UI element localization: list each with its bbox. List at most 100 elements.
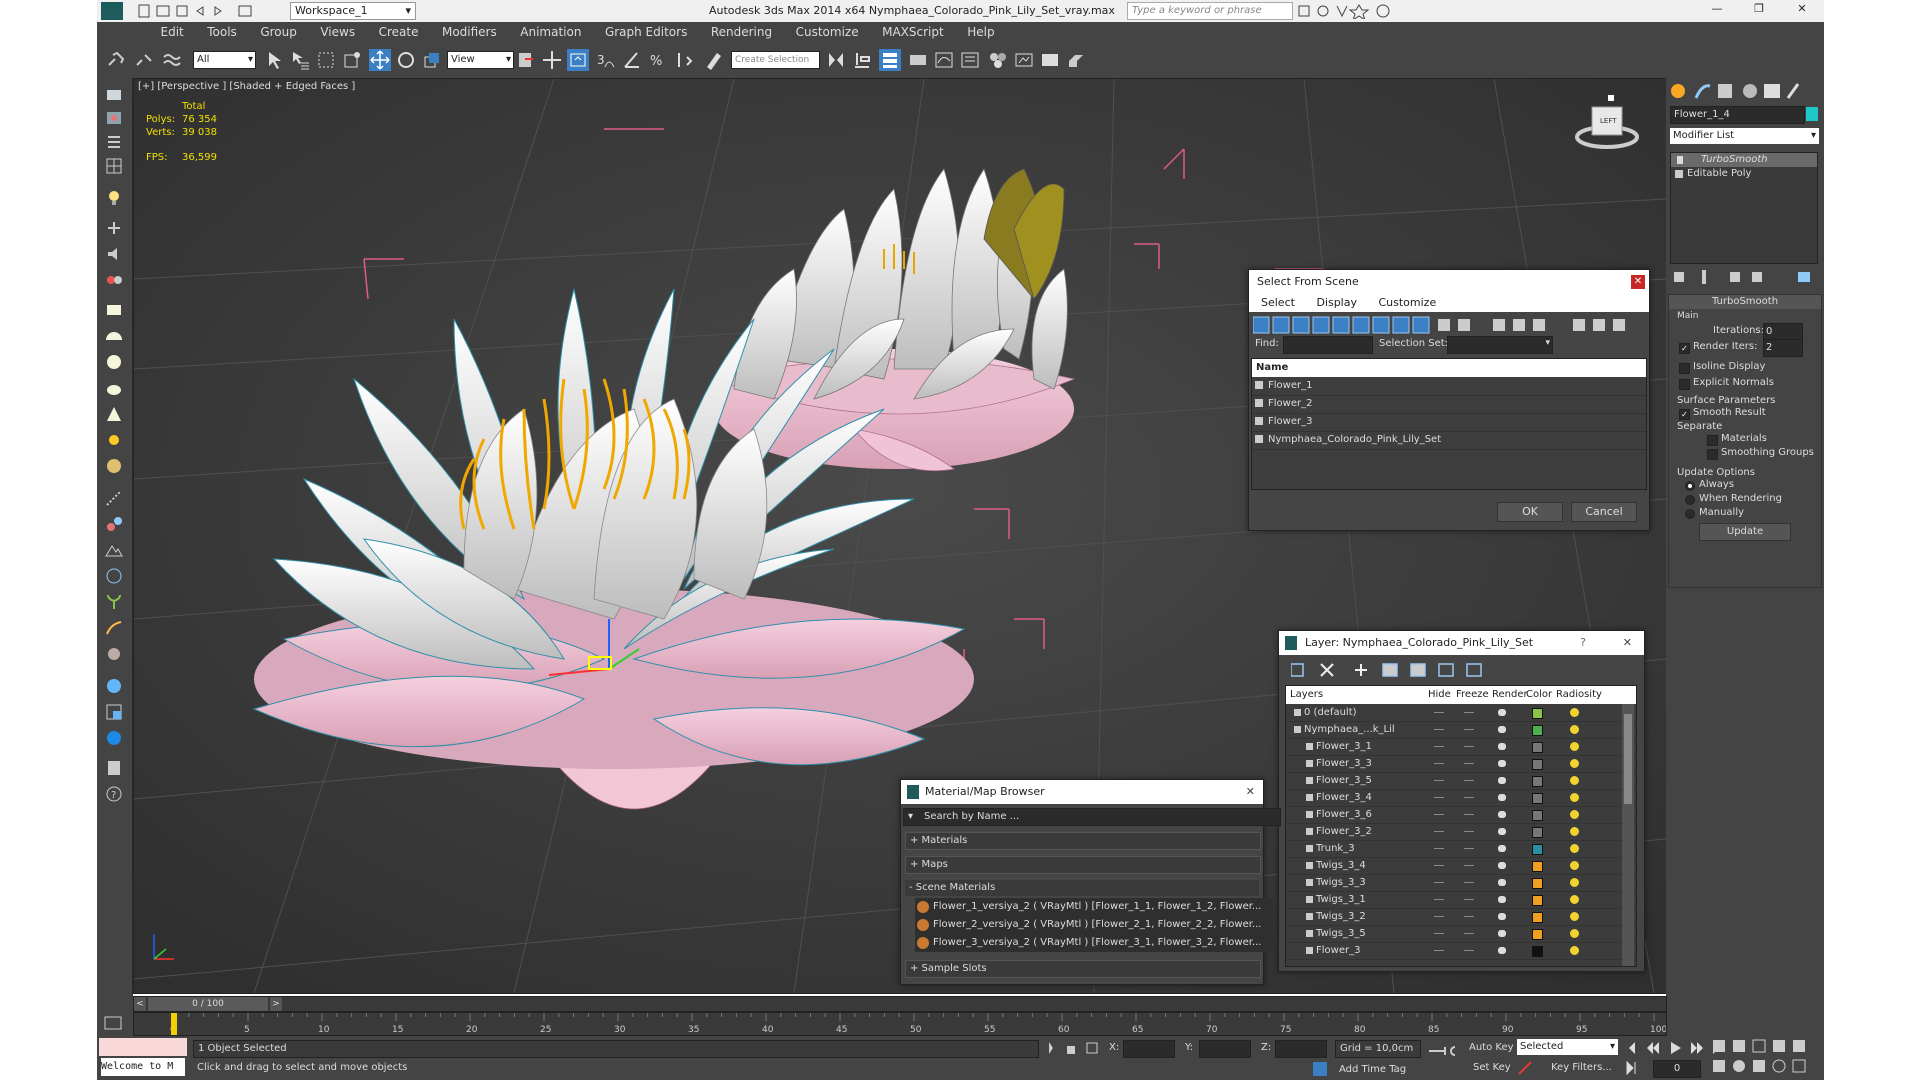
render-icon[interactable]: [104, 108, 124, 128]
layer-hide-toggle[interactable]: [1434, 763, 1444, 764]
graphite-tools-icon[interactable]: [907, 49, 929, 71]
time-slider-thumb[interactable]: 0 / 100: [148, 997, 268, 1011]
sfs-list-item[interactable]: Flower_3: [1252, 413, 1646, 432]
layer-row[interactable]: Flower_3_1: [1286, 738, 1636, 756]
time-slider[interactable]: < 0 / 100 >: [133, 996, 1667, 1012]
link-icon[interactable]: [105, 49, 127, 71]
menu-animation[interactable]: Animation: [510, 22, 591, 39]
menu-help[interactable]: Help: [957, 22, 1004, 39]
modifier-stack-item[interactable]: Editable Poly: [1671, 167, 1817, 181]
x-coord-field[interactable]: [1123, 1040, 1175, 1058]
layer-row[interactable]: Twigs_3_4: [1286, 857, 1636, 875]
layer-manager-icon[interactable]: [879, 49, 901, 71]
snap-3d-icon[interactable]: 3: [595, 49, 617, 71]
update-always-radio[interactable]: [1685, 481, 1695, 491]
layer-color-swatch[interactable]: [1532, 861, 1543, 872]
layer-hide-toggle[interactable]: [1434, 814, 1444, 815]
navigation-icons[interactable]: [1711, 1038, 1817, 1081]
layer-freeze-toggle[interactable]: [1464, 882, 1474, 883]
auto-key-button[interactable]: Auto Key: [1469, 1042, 1514, 1053]
layer-close-icon[interactable]: ✕: [1623, 631, 1632, 655]
scene-material-item[interactable]: Flower_1_versiya_2 ( VRayMtl ) [Flower_1…: [915, 898, 1273, 916]
helper-icon[interactable]: [104, 218, 124, 238]
modifier-stack-item[interactable]: TurboSmooth: [1671, 153, 1817, 167]
water-sphere-icon[interactable]: [104, 676, 124, 696]
current-frame-field[interactable]: 0: [1653, 1060, 1701, 1078]
menu-views[interactable]: Views: [310, 22, 365, 39]
radiosity-sun-icon[interactable]: [1570, 759, 1579, 768]
layer-freeze-toggle[interactable]: [1464, 831, 1474, 832]
radiosity-sun-icon[interactable]: [1570, 861, 1579, 870]
sample-slots-section[interactable]: + Sample Slots: [905, 960, 1261, 978]
teapot-icon[interactable]: [1498, 947, 1506, 954]
sfs-list-item[interactable]: Nymphaea_Colorado_Pink_Lily_Set: [1252, 431, 1646, 450]
scene-materials-section[interactable]: - Scene Materials: [905, 880, 1259, 896]
material-browser-close-icon[interactable]: ✕: [1246, 780, 1255, 804]
schematic-view-icon[interactable]: [959, 49, 981, 71]
layer-toolbar-icons[interactable]: [1290, 661, 1491, 679]
radiosity-sun-icon[interactable]: [1570, 725, 1579, 734]
sphere-icon[interactable]: [104, 352, 124, 372]
menu-maxscript[interactable]: MAXScript: [872, 22, 954, 39]
earth-icon[interactable]: [104, 728, 124, 748]
layer-color-swatch[interactable]: [1532, 776, 1543, 787]
key-filters-button[interactable]: Key Filters...: [1551, 1062, 1612, 1073]
turbosmooth-rollout-header[interactable]: TurboSmooth: [1669, 295, 1821, 309]
record-icon[interactable]: [104, 270, 124, 290]
help-icon[interactable]: ?: [104, 784, 124, 804]
current-frame-marker[interactable]: [171, 1013, 177, 1035]
app-logo-icon[interactable]: [101, 2, 123, 20]
radiosity-sun-icon[interactable]: [1570, 827, 1579, 836]
frame-icon[interactable]: [104, 702, 124, 722]
layer-col-layers[interactable]: Layers: [1290, 686, 1323, 704]
y-coord-field[interactable]: [1199, 1040, 1251, 1058]
radiosity-sun-icon[interactable]: [1570, 708, 1579, 717]
layer-freeze-toggle[interactable]: [1464, 729, 1474, 730]
time-tag-icon[interactable]: [1313, 1062, 1327, 1076]
layer-help-icon[interactable]: ?: [1580, 631, 1586, 655]
layer-color-swatch[interactable]: [1532, 946, 1543, 957]
maximize-button[interactable]: ❐: [1749, 2, 1769, 18]
layer-freeze-toggle[interactable]: [1464, 865, 1474, 866]
materials-section[interactable]: + Materials: [905, 832, 1261, 850]
light-icon[interactable]: [104, 188, 124, 208]
teapot-icon[interactable]: [1498, 828, 1506, 835]
object-color-swatch[interactable]: [1806, 107, 1818, 121]
render-production-icon[interactable]: [1065, 49, 1087, 71]
spinner-snap-icon[interactable]: [673, 49, 695, 71]
layer-hide-toggle[interactable]: [1434, 950, 1444, 951]
layer-hide-toggle[interactable]: [1434, 729, 1444, 730]
time-slider-prev-icon[interactable]: <: [134, 997, 146, 1011]
sfs-list-header[interactable]: Name: [1252, 359, 1646, 377]
layer-hide-toggle[interactable]: [1434, 780, 1444, 781]
layer-freeze-toggle[interactable]: [1464, 933, 1474, 934]
sfs-list-item[interactable]: Flower_1: [1252, 377, 1646, 396]
layer-title-bar[interactable]: Layer: Nymphaea_Colorado_Pink_Lily_Set ?…: [1279, 631, 1644, 655]
layer-row[interactable]: Trunk_3: [1286, 840, 1636, 858]
layer-freeze-toggle[interactable]: [1464, 950, 1474, 951]
menu-graph-editors[interactable]: Graph Editors: [595, 22, 697, 39]
bind-spacewarp-icon[interactable]: [161, 49, 183, 71]
material-search-input[interactable]: ▾ Search by Name ...: [903, 808, 1281, 826]
sfs-cancel-button[interactable]: Cancel: [1571, 502, 1637, 522]
layer-col-hide[interactable]: Hide: [1428, 686, 1451, 704]
sound-icon[interactable]: [104, 244, 124, 264]
teapot-icon[interactable]: [1498, 913, 1506, 920]
layer-row[interactable]: Twigs_3_2: [1286, 908, 1636, 926]
layer-freeze-toggle[interactable]: [1464, 899, 1474, 900]
layer-color-swatch[interactable]: [1532, 844, 1543, 855]
layer-row[interactable]: Flower_3: [1286, 942, 1636, 960]
layer-hide-toggle[interactable]: [1434, 865, 1444, 866]
key-mode-icon[interactable]: [1427, 1044, 1460, 1061]
minimize-button[interactable]: —: [1707, 2, 1727, 18]
maxscript-listener-field[interactable]: Welcome to M: [99, 1038, 187, 1076]
mirror-icon[interactable]: [825, 49, 847, 71]
curve-editor-icon[interactable]: [933, 49, 955, 71]
layer-row[interactable]: Twigs_3_3: [1286, 874, 1636, 892]
list-icon[interactable]: [104, 132, 124, 152]
layer-color-swatch[interactable]: [1532, 810, 1543, 821]
layer-hide-toggle[interactable]: [1434, 831, 1444, 832]
globe-icon[interactable]: [104, 566, 124, 586]
menu-tools[interactable]: Tools: [197, 22, 247, 39]
viewport-label[interactable]: [+] [Perspective ] [Shaded + Edged Faces…: [138, 81, 355, 92]
